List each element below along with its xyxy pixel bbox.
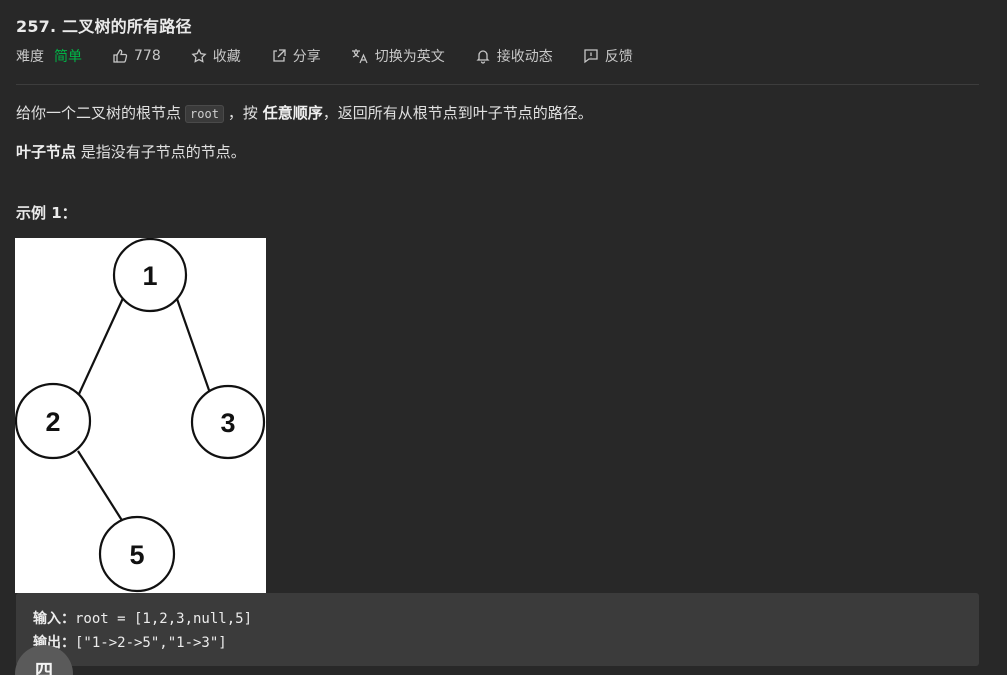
subscribe-button[interactable]: 接收动态 xyxy=(475,46,553,66)
thumbs-up-icon xyxy=(113,49,128,63)
example-tree-image: 1 2 3 5 xyxy=(15,238,266,593)
feedback-icon xyxy=(584,49,598,64)
example-io-block: 输入：root = [1,2,3,null,5] 输出：["1->2->5","… xyxy=(16,593,979,666)
edge-1-2 xyxy=(78,295,125,395)
feedback-button[interactable]: 反馈 xyxy=(583,46,633,66)
share-label: 分享 xyxy=(292,49,321,65)
star-icon xyxy=(191,48,207,63)
problem-meta-bar: 难度 简单 778 收藏 分享 切换为英文 接收动态 反馈 xyxy=(16,46,663,66)
example-input-line: 输入：root = [1,2,3,null,5] xyxy=(33,608,252,628)
difficulty-value: 简单 xyxy=(54,49,82,65)
output-value: ["1->2->5","1->3"] xyxy=(75,635,227,651)
share-button[interactable]: 分享 xyxy=(271,46,321,66)
share-icon xyxy=(273,49,286,62)
tree-node-label: 3 xyxy=(220,408,235,438)
binary-tree-diagram: 1 2 3 5 xyxy=(15,238,266,593)
tree-node-label: 2 xyxy=(45,407,60,437)
example-title: 示例 1： xyxy=(16,204,77,222)
input-label: 输入： xyxy=(33,611,75,627)
description-text: 给你一个二叉树的根节点 xyxy=(16,104,182,122)
description-emphasis: 任意顺序 xyxy=(262,104,323,122)
switch-language-label: 切换为英文 xyxy=(374,49,445,65)
collect-button[interactable]: 收藏 xyxy=(191,46,241,66)
problem-title: 257. 二叉树的所有路径 xyxy=(16,17,192,36)
subscribe-label: 接收动态 xyxy=(496,49,553,65)
description-text: ，返回所有从根节点到叶子节点的路径。 xyxy=(322,104,593,122)
tree-node-label: 5 xyxy=(129,540,144,570)
bell-icon xyxy=(476,50,490,64)
inline-code-root: root xyxy=(185,105,224,123)
like-button[interactable]: 778 xyxy=(112,48,161,64)
translate-icon xyxy=(351,49,368,64)
collect-label: 收藏 xyxy=(212,49,241,65)
edge-2-5 xyxy=(77,450,124,523)
problem-page: 257. 二叉树的所有路径 难度 简单 778 收藏 分享 切换为英文 接收动态… xyxy=(0,0,1007,675)
difficulty-label: 难度 xyxy=(16,49,44,65)
like-count: 778 xyxy=(134,48,161,64)
example-output-line: 输出：["1->2->5","1->3"] xyxy=(33,632,227,652)
input-value: root = [1,2,3,null,5] xyxy=(75,611,253,627)
switch-language-button[interactable]: 切换为英文 xyxy=(351,46,445,66)
description-paragraph-2: 叶子节点 是指没有子节点的节点。 xyxy=(16,141,246,162)
edge-1-3 xyxy=(174,295,212,394)
description-emphasis: 叶子节点 xyxy=(16,143,77,161)
description-paragraph-1: 给你一个二叉树的根节点 root ，按 任意顺序，返回所有从根节点到叶子节点的路径。 xyxy=(16,102,593,123)
feedback-label: 反馈 xyxy=(604,49,633,65)
header-divider xyxy=(16,84,979,85)
tree-node-label: 1 xyxy=(142,261,157,291)
description-text: ，按 xyxy=(227,104,258,122)
description-text: 是指没有子节点的节点。 xyxy=(80,143,246,161)
